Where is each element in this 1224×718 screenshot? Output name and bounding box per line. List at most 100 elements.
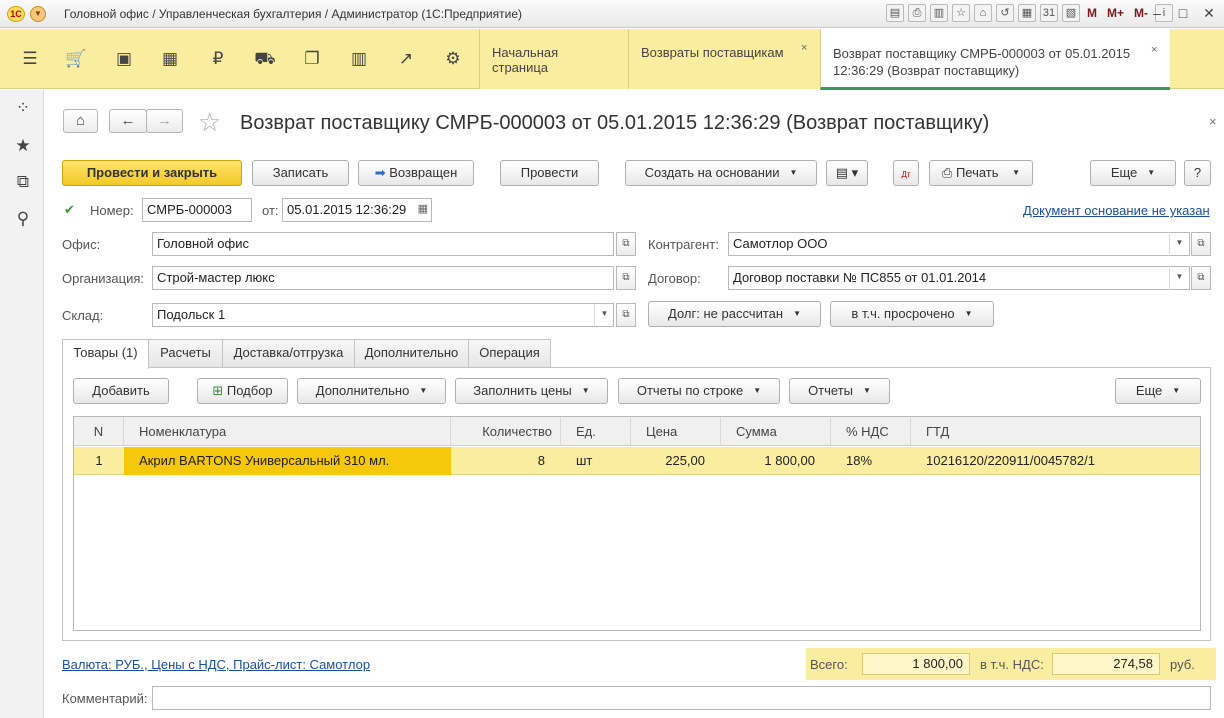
bag-icon[interactable]: ▣ xyxy=(112,47,136,71)
more-button[interactable]: Еще xyxy=(1090,160,1176,186)
menu-icon[interactable]: ☰ xyxy=(18,47,42,71)
create-based-on-button[interactable]: Создать на основании xyxy=(625,160,817,186)
document-close-icon[interactable]: × xyxy=(1209,114,1217,129)
overdue-button[interactable]: в т.ч. просрочено xyxy=(830,301,994,327)
calendar-icon[interactable]: 31 xyxy=(1040,4,1058,22)
post-button[interactable]: Провести xyxy=(500,160,599,186)
organization-open-icon[interactable]: ⧉ xyxy=(616,266,636,290)
home-button[interactable]: ⌂ xyxy=(63,109,98,133)
truck-icon[interactable]: ⛟ xyxy=(253,47,277,71)
tab-close-icon[interactable]: × xyxy=(801,42,807,54)
maximize-icon[interactable]: □ xyxy=(1172,3,1194,23)
clipboard-icon[interactable]: ▧ xyxy=(1062,4,1080,22)
print-button[interactable]: ⎙ Печать xyxy=(929,160,1033,186)
contractor-open-icon[interactable]: ⧉ xyxy=(1191,232,1211,256)
currency-prices-link[interactable]: Валюта: РУБ., Цены с НДС, Прайс-лист: Са… xyxy=(62,657,370,672)
print-icon[interactable]: ⎙ xyxy=(908,4,926,22)
save-icon[interactable]: ▤ xyxy=(886,4,904,22)
tab-settlements[interactable]: Расчеты xyxy=(148,339,223,367)
save-button[interactable]: Записать xyxy=(252,160,349,186)
goods-table[interactable]: N Номенклатура Количество Ед. Цена Сумма… xyxy=(73,416,1201,631)
calendar-icon[interactable]: ▦ xyxy=(418,202,428,215)
col-vat[interactable]: % НДС xyxy=(831,417,911,446)
calculator-icon[interactable]: ▦ xyxy=(1018,4,1036,22)
warehouse-field[interactable]: Подольск 1 xyxy=(152,303,614,327)
date-field[interactable]: 05.01.2015 12:36:29 ▦ xyxy=(282,198,432,222)
organization-field[interactable]: Строй-мастер люкс xyxy=(152,266,614,290)
cell-item[interactable]: Акрил BARTONS Универсальный 310 мл. xyxy=(124,447,451,475)
main-menu-icon[interactable]: ▼ xyxy=(30,6,46,22)
row-reports-button[interactable]: Отчеты по строке xyxy=(618,378,780,404)
cell-vat[interactable]: 18% xyxy=(831,447,911,475)
pick-button[interactable]: ⊞ Подбор xyxy=(197,378,288,404)
memory-mplus-button[interactable]: M+ xyxy=(1104,6,1127,20)
history-icon[interactable]: ⧉ xyxy=(11,170,35,194)
col-gtd[interactable]: ГТД xyxy=(911,417,1200,446)
minimize-icon[interactable]: – xyxy=(1146,3,1168,23)
home-icon[interactable]: ⌂ xyxy=(974,4,992,22)
add-row-button[interactable]: Добавить xyxy=(73,378,169,404)
cell-qty[interactable]: 8 xyxy=(451,447,561,475)
accounting-entries-button[interactable]: Дт xyxy=(893,160,919,186)
ruble-icon[interactable]: ₽ xyxy=(206,47,230,71)
returned-button[interactable]: ➡ Возвращен xyxy=(358,160,474,186)
bar-chart-icon[interactable]: ▥ xyxy=(347,47,371,71)
tab-operation[interactable]: Операция xyxy=(468,339,551,367)
reports-button[interactable]: Отчеты xyxy=(789,378,890,404)
favorite-star-icon[interactable]: ☆ xyxy=(198,108,221,136)
table-row[interactable]: 1 Акрил BARTONS Универсальный 310 мл. 8 … xyxy=(74,447,1200,475)
warehouse-dropdown-icon[interactable]: ▼ xyxy=(594,303,614,327)
favorites-star-icon[interactable]: ★ xyxy=(11,134,35,158)
tab-additional[interactable]: Дополнительно xyxy=(354,339,469,367)
col-unit[interactable]: Ед. xyxy=(561,417,631,446)
search-icon[interactable]: ⚲ xyxy=(11,207,35,231)
cell-sum[interactable]: 1 800,00 xyxy=(721,447,831,475)
contract-field[interactable]: Договор поставки № ПС855 от 01.01.2014 xyxy=(728,266,1190,290)
add-favorite-icon[interactable]: ☆ xyxy=(952,4,970,22)
warehouse-open-icon[interactable]: ⧉ xyxy=(616,303,636,327)
cell-unit[interactable]: шт xyxy=(561,447,631,475)
cell-price[interactable]: 225,00 xyxy=(631,447,721,475)
gear-icon[interactable]: ⚙ xyxy=(441,47,465,71)
table-more-button[interactable]: Еще xyxy=(1115,378,1201,404)
base-document-link[interactable]: Документ основание не указан xyxy=(1023,203,1210,218)
cart-icon[interactable]: 🛒 xyxy=(64,47,88,71)
back-button[interactable]: ← xyxy=(109,109,147,133)
contractor-field[interactable]: Самотлор ООО xyxy=(728,232,1190,256)
post-and-close-button[interactable]: Провести и закрыть xyxy=(62,160,242,186)
window-close-icon[interactable]: ✕ xyxy=(1198,3,1220,23)
fill-prices-button[interactable]: Заполнить цены xyxy=(455,378,608,404)
debt-button[interactable]: Долг: не рассчитан xyxy=(648,301,821,327)
contractor-dropdown-icon[interactable]: ▼ xyxy=(1169,232,1189,256)
history-icon[interactable]: ↺ xyxy=(996,4,1014,22)
help-button[interactable]: ? xyxy=(1184,160,1211,186)
trend-icon[interactable]: ↗ xyxy=(394,47,418,71)
tab-close-icon[interactable]: × xyxy=(1151,42,1157,59)
office-open-icon[interactable]: ⧉ xyxy=(616,232,636,256)
apps-grid-icon[interactable]: ⁘ xyxy=(11,96,35,120)
documents-icon[interactable]: ❐ xyxy=(300,47,324,71)
related-documents-button[interactable]: ▤ ▾ xyxy=(826,160,868,186)
forward-button[interactable]: → xyxy=(146,109,183,133)
number-field[interactable]: СМРБ-000003 xyxy=(142,198,252,222)
office-field[interactable]: Головной офис xyxy=(152,232,614,256)
col-qty[interactable]: Количество xyxy=(451,417,561,446)
tab-goods[interactable]: Товары (1) xyxy=(62,339,149,369)
arrow-right-icon: → xyxy=(157,112,172,129)
memory-m-button[interactable]: M xyxy=(1084,6,1100,20)
contract-dropdown-icon[interactable]: ▼ xyxy=(1169,266,1189,290)
additional-menu-button[interactable]: Дополнительно xyxy=(297,378,446,404)
contract-open-icon[interactable]: ⧉ xyxy=(1191,266,1211,290)
col-n[interactable]: N xyxy=(74,417,124,446)
tab-current-document[interactable]: Возврат поставщику СМРБ-000003 от 05.01.… xyxy=(820,29,1170,90)
tab-delivery[interactable]: Доставка/отгрузка xyxy=(222,339,355,367)
col-item[interactable]: Номенклатура xyxy=(124,417,451,446)
comment-field[interactable] xyxy=(152,686,1211,710)
col-sum[interactable]: Сумма xyxy=(721,417,831,446)
cell-gtd[interactable]: 10216120/220911/0045782/1 xyxy=(911,447,1200,475)
preview-icon[interactable]: ▥ xyxy=(930,4,948,22)
col-price[interactable]: Цена xyxy=(631,417,721,446)
grid-icon[interactable]: ▦ xyxy=(158,47,182,71)
tab-home-page[interactable]: Начальная страница xyxy=(479,29,628,89)
tab-supplier-returns[interactable]: Возвраты поставщикам × xyxy=(628,29,820,89)
